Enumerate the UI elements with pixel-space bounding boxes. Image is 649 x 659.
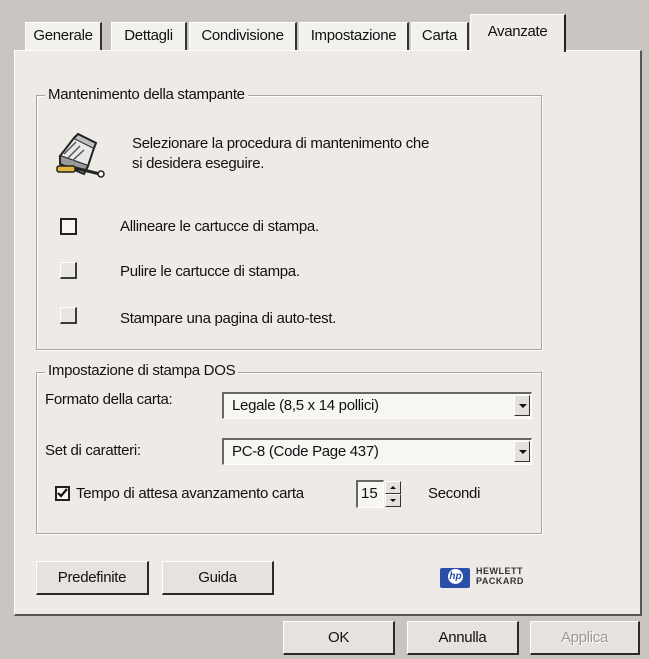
spin-up-icon[interactable] — [385, 481, 401, 494]
charset-value: PC-8 (Code Page 437) — [232, 443, 379, 460]
clean-cartridges-label: Pulire le cartucce di stampa. — [120, 263, 300, 280]
charset-label: Set di caratteri: — [45, 442, 141, 459]
defaults-button[interactable]: Predefinite — [36, 561, 149, 595]
paper-wait-spinner[interactable] — [385, 481, 401, 507]
paper-format-label: Formato della carta: — [45, 391, 173, 408]
help-button-label: Guida — [198, 569, 237, 586]
printer-wrench-icon — [54, 130, 106, 182]
paper-wait-input[interactable]: 15 — [356, 480, 384, 508]
tab-label: Condivisione — [201, 27, 284, 44]
paper-wait-checkbox[interactable] — [55, 486, 70, 501]
paper-format-select[interactable]: Legale (8,5 x 14 pollici) — [222, 392, 532, 419]
defaults-button-label: Predefinite — [57, 569, 127, 586]
tab-label: Avanzate — [487, 23, 548, 40]
tab-label: Generale — [33, 27, 93, 44]
paper-wait-unit: Secondi — [428, 485, 481, 502]
align-cartridges-label: Allineare le cartucce di stampa. — [120, 218, 319, 235]
tab-generale[interactable]: Generale — [25, 22, 102, 50]
clean-cartridges-button[interactable] — [60, 262, 77, 279]
tab-condivisione[interactable]: Condivisione — [189, 22, 297, 50]
chevron-down-icon[interactable] — [514, 441, 530, 462]
tab-avanzate[interactable]: Avanzate — [470, 14, 566, 52]
paper-wait-value: 15 — [361, 485, 378, 502]
tab-dettagli[interactable]: Dettagli — [111, 22, 187, 50]
tab-label: Impostazione — [310, 27, 397, 44]
maintenance-legend: Mantenimento della stampante — [45, 86, 248, 103]
apply-button-label: Applica — [560, 629, 609, 646]
tab-carta[interactable]: Carta — [411, 22, 469, 50]
dos-settings-legend: Impostazione di stampa DOS — [45, 362, 239, 379]
ok-button[interactable]: OK — [283, 621, 395, 655]
apply-button[interactable]: Applica — [530, 621, 640, 655]
spin-down-icon[interactable] — [385, 494, 401, 507]
self-test-page-label: Stampare una pagina di auto-test. — [120, 310, 337, 327]
cancel-button-label: Annulla — [438, 629, 487, 646]
help-button[interactable]: Guida — [162, 561, 274, 595]
maintenance-description: Selezionare la procedura di mantenimento… — [132, 135, 429, 152]
chevron-down-icon[interactable] — [514, 395, 530, 416]
maintenance-description-2: si desidera eseguire. — [132, 155, 265, 172]
tab-label: Carta — [421, 27, 458, 44]
hp-logo-line2: PACKARD — [476, 576, 524, 586]
paper-wait-label: Tempo di attesa avanzamento carta — [76, 485, 304, 502]
self-test-page-button[interactable] — [60, 307, 77, 324]
hp-logo-line1: HEWLETT — [476, 566, 523, 576]
tab-impostazione[interactable]: Impostazione — [299, 22, 409, 50]
align-cartridges-button[interactable] — [60, 218, 77, 235]
check-icon — [57, 488, 68, 498]
cancel-button[interactable]: Annulla — [407, 621, 519, 655]
hp-mark-circle: hp — [448, 569, 463, 584]
charset-select[interactable]: PC-8 (Code Page 437) — [222, 438, 532, 465]
ok-button-label: OK — [327, 629, 350, 646]
tab-label: Dettagli — [124, 27, 173, 44]
hp-logo: hp HEWLETT PACKARD — [440, 566, 540, 590]
paper-format-value: Legale (8,5 x 14 pollici) — [232, 397, 379, 414]
